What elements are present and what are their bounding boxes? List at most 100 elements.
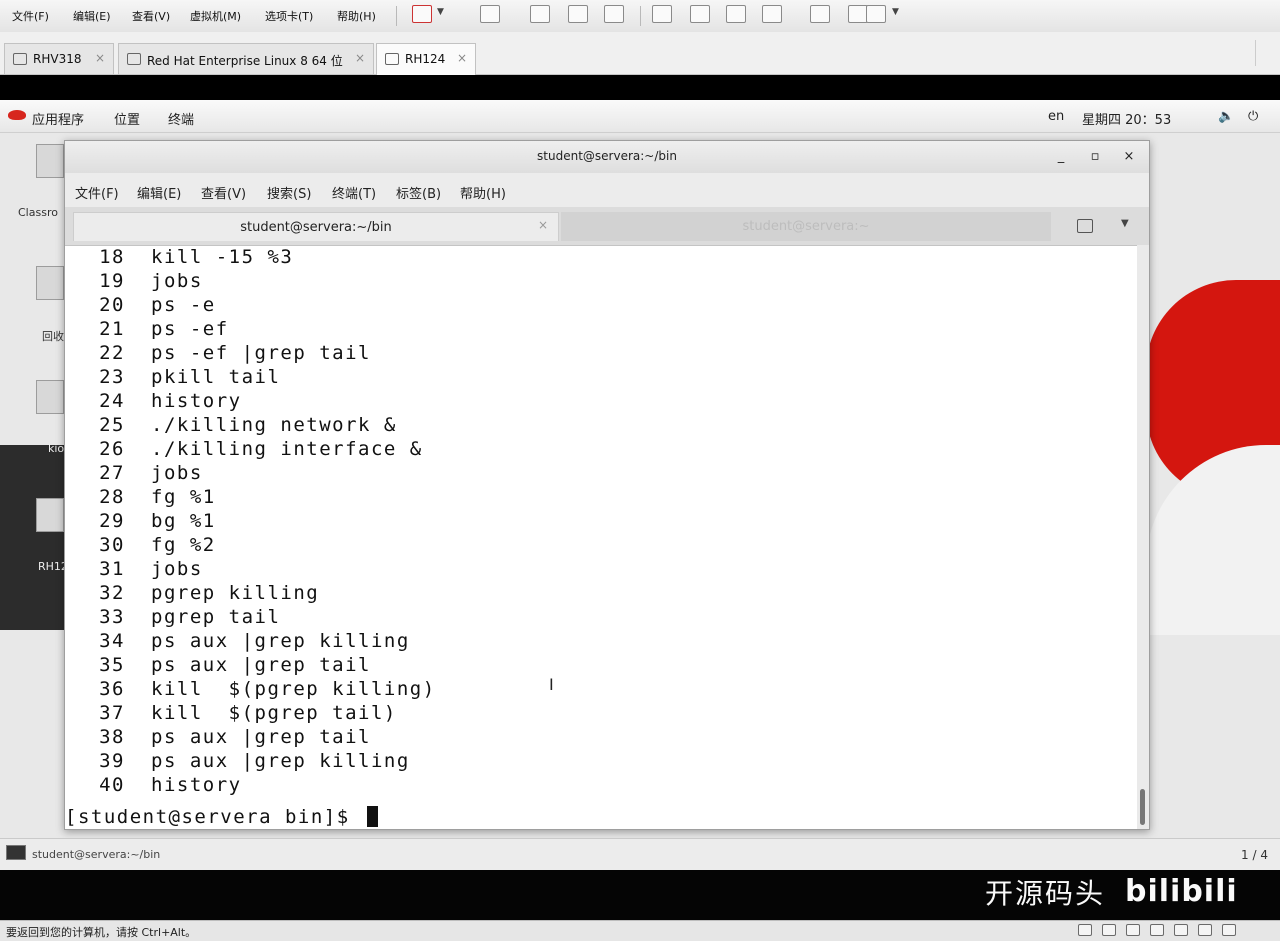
desktop-icon-classroom[interactable] <box>36 144 64 178</box>
desktop-icon-label: kio <box>48 442 65 455</box>
history-command: ps aux |grep tail <box>151 654 371 676</box>
terminal-scrollbar[interactable] <box>1137 245 1149 829</box>
terminal-menu-view[interactable]: 查看(V) <box>201 183 246 202</box>
fullscreen-icon[interactable] <box>762 5 782 23</box>
terminal-titlebar[interactable]: student@servera:~/bin _ ▫ × <box>65 141 1149 173</box>
taskbar-item-terminal[interactable]: student@servera:~/bin <box>6 845 160 865</box>
host-menu-view[interactable]: 查看(V) <box>132 8 170 24</box>
history-line-number: 37 <box>99 702 125 724</box>
maximize-button[interactable]: ▫ <box>1085 147 1105 167</box>
chevron-down-icon[interactable]: ▼ <box>1121 218 1129 229</box>
terminal-icon <box>6 845 26 860</box>
status-hint: 要返回到您的计算机，请按 Ctrl+Alt。 <box>6 926 197 939</box>
host-menu-tabs[interactable]: 选项卡(T) <box>265 8 313 24</box>
gnome-menu-terminal[interactable]: 终端 <box>168 109 194 128</box>
history-command: ./killing interface & <box>151 438 423 460</box>
unity-icon[interactable] <box>810 5 830 23</box>
text-cursor <box>366 806 378 827</box>
terminal-output[interactable]: 18 kill -15 %3 19 jobs 20 ps -e 21 ps -ef 22 ps -… <box>65 245 1139 829</box>
host-menu-edit[interactable]: 编辑(E) <box>73 8 111 24</box>
gnome-menu-applications[interactable]: 应用程序 <box>32 109 84 128</box>
terminal-menu-search[interactable]: 搜索(S) <box>267 183 311 202</box>
terminal-menu-edit[interactable]: 编辑(E) <box>137 183 181 202</box>
history-line: 29 bg %1 <box>65 509 216 533</box>
close-icon[interactable]: × <box>457 51 467 65</box>
sidebar-icon[interactable] <box>652 5 672 23</box>
host-menu-vm[interactable]: 虚拟机(M) <box>190 8 241 24</box>
close-icon[interactable]: × <box>95 51 105 65</box>
scrollbar-thumb[interactable] <box>1140 789 1145 825</box>
history-line: 23 pkill tail <box>65 365 280 389</box>
workspace-pager[interactable]: 1 / 4 <box>1241 848 1268 862</box>
thumbnail-icon[interactable] <box>690 5 710 23</box>
manage-snapshots-icon[interactable] <box>604 5 624 23</box>
terminal-menu-tabs[interactable]: 标签(B) <box>396 183 441 202</box>
tab-overflow-handle[interactable] <box>1255 40 1270 66</box>
input-language[interactable]: en <box>1048 109 1064 124</box>
cd-drive-icon[interactable] <box>1102 924 1116 936</box>
printer-icon[interactable] <box>1174 924 1188 936</box>
usb-icon[interactable] <box>1126 924 1140 936</box>
terminal-tab-home[interactable]: student@servera:~ <box>561 212 1051 241</box>
history-command: ps -e <box>151 294 216 316</box>
vm-tab-rhel8[interactable]: Red Hat Enterprise Linux 8 64 位 × <box>118 43 374 74</box>
terminal-tab-bin[interactable]: student@servera:~/bin × <box>73 212 559 241</box>
shell-prompt[interactable]: [student@servera bin]$ <box>65 805 409 829</box>
history-line-number: 22 <box>99 342 125 364</box>
history-command: jobs <box>151 462 203 484</box>
send-keys-icon[interactable] <box>480 5 500 23</box>
network-adapter-icon[interactable] <box>1078 924 1092 936</box>
desktop-wallpaper-shape <box>0 445 66 630</box>
ibeam-cursor-icon: I <box>549 675 556 694</box>
view-options-icon[interactable] <box>866 5 886 23</box>
host-menu-file[interactable]: 文件(F) <box>12 8 49 24</box>
chevron-down-icon[interactable]: ▼ <box>892 7 899 17</box>
history-line-number: 33 <box>99 606 125 628</box>
stretch-icon[interactable] <box>848 5 868 23</box>
history-line-number: 27 <box>99 462 125 484</box>
snapshot-icon[interactable] <box>530 5 550 23</box>
history-line-number: 28 <box>99 486 125 508</box>
toolbar-separator <box>396 6 397 26</box>
host-menubar: 文件(F) 编辑(E) 查看(V) 虚拟机(M) 选项卡(T) 帮助(H) ▼ … <box>0 0 1280 33</box>
history-line-number: 34 <box>99 630 125 652</box>
terminal-window[interactable]: student@servera:~/bin _ ▫ × 文件(F) 编辑(E) … <box>64 140 1150 830</box>
revert-snapshot-icon[interactable] <box>568 5 588 23</box>
power-icon[interactable]: ⏻ <box>1248 109 1258 124</box>
new-tab-icon[interactable] <box>1077 219 1093 233</box>
guest-taskbar: student@servera:~/bin 1 / 4 <box>0 838 1280 870</box>
history-line: 19 jobs <box>65 269 203 293</box>
desktop-icon-kiosk[interactable] <box>36 380 64 414</box>
minimize-button[interactable]: _ <box>1051 147 1071 167</box>
folder-icon[interactable] <box>36 498 64 532</box>
history-command: ps aux |grep killing <box>151 750 410 772</box>
redhat-icon <box>8 110 26 120</box>
history-line: 32 pgrep killing <box>65 581 319 605</box>
vm-tab-rhv318[interactable]: RHV318 × <box>4 43 114 74</box>
console-view-icon[interactable] <box>726 5 746 23</box>
gnome-menu-places[interactable]: 位置 <box>114 109 140 128</box>
display-icon[interactable] <box>1198 924 1212 936</box>
sound-card-icon[interactable] <box>1150 924 1164 936</box>
terminal-menu-terminal[interactable]: 终端(T) <box>332 183 376 202</box>
trash-icon[interactable] <box>36 266 64 300</box>
close-icon[interactable]: × <box>538 218 548 232</box>
vm-tab-label: Red Hat Enterprise Linux 8 64 位 <box>147 54 343 68</box>
message-log-icon[interactable] <box>1222 924 1236 936</box>
history-line: 21 ps -ef <box>65 317 229 341</box>
taskbar-item-label: student@servera:~/bin <box>32 848 161 861</box>
host-menu-help[interactable]: 帮助(H) <box>337 8 376 24</box>
history-command: ps -ef |grep tail <box>151 342 371 364</box>
terminal-menu-file[interactable]: 文件(F) <box>75 183 119 202</box>
volume-icon[interactable]: 🔈 <box>1218 109 1234 124</box>
vm-tab-rh124[interactable]: RH124 × <box>376 43 476 75</box>
history-line: 34 ps aux |grep killing <box>65 629 410 653</box>
terminal-menu-help[interactable]: 帮助(H) <box>460 183 506 202</box>
history-line: 25 ./killing network & <box>65 413 397 437</box>
chevron-down-icon[interactable]: ▼ <box>437 7 444 17</box>
close-icon[interactable]: × <box>355 51 365 65</box>
clock[interactable]: 星期四 20：53 <box>1082 109 1171 128</box>
close-button[interactable]: × <box>1119 147 1139 167</box>
guest-desktop: 应用程序 位置 终端 en 星期四 20：53 🔈 ⏻ Classro 回收 k… <box>0 100 1280 870</box>
power-icon[interactable] <box>412 5 432 23</box>
